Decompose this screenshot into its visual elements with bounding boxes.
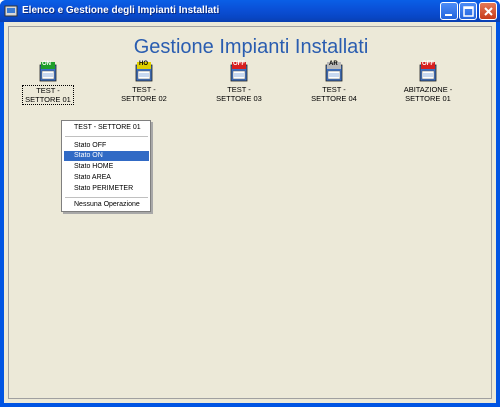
device-label-line2: SETTORE 04	[311, 94, 357, 103]
device-item[interactable]: OFF ABITAZIONE - SETTORE 01	[393, 61, 463, 103]
device-label-line1: ABITAZIONE -	[403, 85, 453, 94]
system-icon: OFF	[418, 61, 438, 84]
system-icon: AR	[324, 61, 344, 84]
device-label-line1: TEST -	[132, 85, 156, 94]
menu-item-nessuna-operazione[interactable]: Nessuna Operazione	[64, 200, 149, 210]
device-label-line2: SETTORE 01	[405, 94, 451, 103]
menu-item-stato-perimeter[interactable]: Stato PERIMETER	[64, 184, 149, 194]
title-bar[interactable]: Elenco e Gestione degli Impianti Install…	[0, 0, 500, 22]
client-area: Gestione Impianti Installati ON TEST - S…	[4, 22, 496, 403]
status-badge-text: AR	[329, 61, 338, 67]
device-label: TEST - SETTORE 03	[214, 85, 264, 103]
device-label-line1: TEST -	[227, 85, 251, 94]
device-label-line1: TEST -	[36, 86, 60, 95]
device-item[interactable]: OFF TEST - SETTORE 03	[204, 61, 274, 103]
system-icon: HO	[134, 61, 154, 84]
menu-separator	[65, 136, 148, 137]
device-label-line2: SETTORE 01	[25, 95, 71, 104]
system-icon: OFF	[229, 61, 249, 84]
minimize-button[interactable]	[440, 2, 458, 20]
menu-item-stato-home[interactable]: Stato HOME	[64, 162, 149, 172]
window-title: Elenco e Gestione degli Impianti Install…	[22, 5, 220, 16]
maximize-button[interactable]	[459, 2, 477, 20]
device-item[interactable]: HO TEST - SETTORE 02	[109, 61, 179, 103]
menu-header: TEST - SETTORE 01	[74, 124, 141, 131]
device-label-line1: TEST -	[322, 85, 346, 94]
status-badge-text: OFF	[233, 61, 245, 67]
device-label: TEST - SETTORE 04	[309, 85, 359, 103]
device-item[interactable]: AR TEST - SETTORE 04	[299, 61, 369, 103]
status-badge-text: OFF	[422, 61, 434, 67]
context-menu: TEST - SETTORE 01 Stato OFF Stato ON Sta…	[61, 120, 151, 212]
device-item[interactable]: ON TEST - SETTORE 01	[13, 61, 83, 105]
menu-separator	[65, 197, 148, 198]
content-panel: Gestione Impianti Installati ON TEST - S…	[8, 26, 492, 399]
app-window: Elenco e Gestione degli Impianti Install…	[0, 0, 500, 407]
device-label: TEST - SETTORE 01	[22, 85, 74, 105]
menu-item-stato-area[interactable]: Stato AREA	[64, 173, 149, 183]
app-icon	[4, 5, 18, 17]
system-icon: ON	[38, 61, 58, 84]
menu-item-stato-on[interactable]: Stato ON	[64, 151, 149, 161]
device-label-line2: SETTORE 03	[216, 94, 262, 103]
device-label-line2: SETTORE 02	[121, 94, 167, 103]
minimize-icon	[445, 14, 452, 16]
page-title: Gestione Impianti Installati	[133, 36, 369, 58]
menu-item-stato-off[interactable]: Stato OFF	[64, 141, 149, 151]
close-button[interactable]	[479, 2, 497, 20]
device-label: ABITAZIONE - SETTORE 01	[402, 85, 455, 103]
device-label: TEST - SETTORE 02	[119, 85, 169, 103]
maximize-icon	[463, 6, 474, 17]
close-icon	[484, 7, 493, 16]
status-badge-text: HO	[139, 61, 148, 67]
status-badge-text: ON	[42, 61, 51, 67]
